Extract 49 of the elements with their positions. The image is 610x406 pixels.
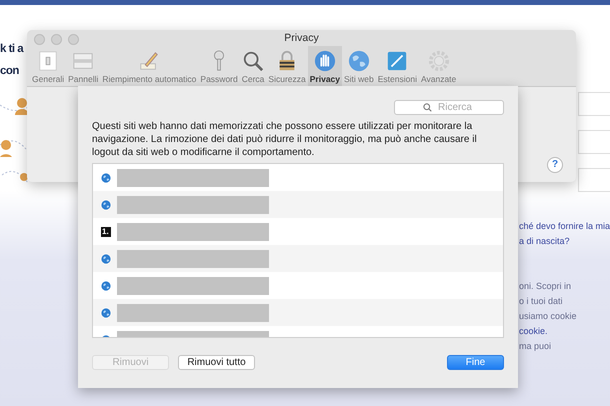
toolbar-tab[interactable]: Siti web: [342, 46, 376, 86]
toolbar-tab[interactable]: Sicurezza: [266, 46, 308, 86]
link[interactable]: a di nascita?: [519, 234, 610, 249]
globe-icon: [101, 254, 111, 264]
search-icon: [242, 50, 264, 72]
heading-text: k ti a: [0, 42, 24, 57]
toolbar-tab[interactable]: Password: [198, 46, 240, 86]
site-icon: 1.: [101, 226, 111, 236]
window-title: Privacy: [284, 32, 319, 44]
hand-icon: [314, 50, 336, 72]
toolbar-tab[interactable]: Estensioni: [376, 46, 419, 86]
zoom-button[interactable]: [68, 34, 79, 45]
form-field[interactable]: [578, 130, 610, 154]
globe-icon: [101, 280, 111, 290]
globe-icon: [101, 200, 111, 210]
globe-icon: [101, 308, 111, 318]
globe-icon: [101, 172, 111, 182]
link[interactable]: cookie.: [519, 324, 610, 339]
switch-icon: [37, 50, 60, 72]
page-text: usiamo cookie: [519, 310, 578, 323]
toolbar-tab[interactable]: Generali: [30, 46, 66, 86]
done-button[interactable]: Fine: [447, 355, 504, 370]
help-button[interactable]: ?: [547, 157, 563, 173]
search-field[interactable]: Ricerca: [394, 100, 504, 115]
minimize-button[interactable]: [51, 34, 62, 45]
toolbar-tab[interactable]: Pannelli: [66, 46, 100, 86]
website-row[interactable]: [93, 191, 503, 218]
toolbar-tab[interactable]: Privacy: [308, 46, 342, 86]
website-row[interactable]: [93, 299, 503, 326]
page-text: oni. Scopri in: [519, 280, 572, 293]
form-field[interactable]: [578, 168, 610, 192]
heading-text: con: [0, 64, 20, 79]
search-icon: [423, 103, 432, 112]
remove-button[interactable]: Rimuovi tutto: [178, 355, 255, 370]
panels-icon: [72, 50, 94, 72]
globe-icon: [348, 50, 370, 72]
toolbar-tab[interactable]: Avanzate: [418, 46, 458, 86]
close-button[interactable]: [34, 34, 45, 45]
page-text: ma puoi: [519, 340, 552, 353]
description-text: Questi siti web hanno dati memorizzati che possono essere utilizzati per monitorare la navigazione. La rimozione dei dati può ridurre il monitoraggio, ma può anche causare il logout da siti web o modificarne il comportamento.: [92, 120, 478, 159]
website-row[interactable]: 1.: [93, 218, 503, 245]
pencil-icon: [138, 50, 160, 72]
settings-icon: [428, 50, 450, 72]
toolbar-tab[interactable]: Riempimento automatico: [100, 46, 198, 86]
page-text: o i tuoi dati: [519, 295, 564, 308]
toolbar-tab[interactable]: Cerca: [240, 46, 266, 86]
website-row[interactable]: [93, 245, 503, 272]
form-field[interactable]: [578, 92, 610, 116]
link[interactable]: ché devo fornire la mia: [519, 219, 610, 234]
